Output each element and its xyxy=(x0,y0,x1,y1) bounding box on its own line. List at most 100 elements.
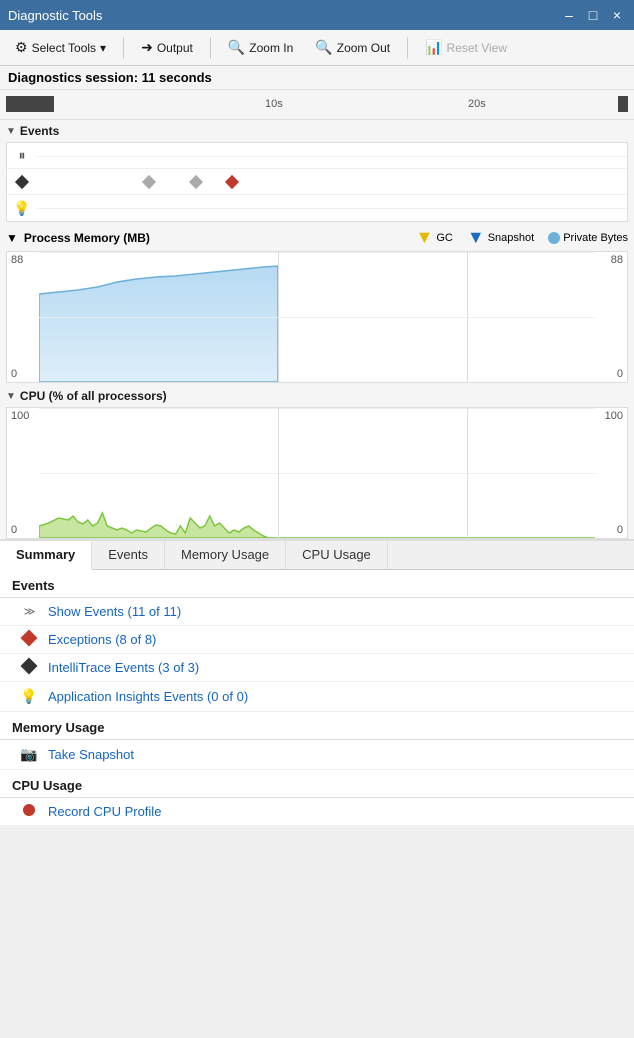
app-title: Diagnostic Tools xyxy=(8,8,102,23)
show-events-icon: ≫ xyxy=(20,605,38,618)
grid-top xyxy=(39,252,595,253)
memory-y-max-right: 88 xyxy=(599,254,623,266)
summary-memory-title: Memory Usage xyxy=(0,712,634,740)
toolbar-separator-2 xyxy=(210,37,211,59)
ruler-tick-10s: 10s xyxy=(265,98,283,110)
select-tools-label: Select Tools xyxy=(32,41,96,55)
gc-legend: ▼ GC xyxy=(416,227,453,248)
events-section-header: ▼ Events xyxy=(0,120,634,142)
cpu-y-max-left: 100 xyxy=(11,410,35,422)
reset-view-button[interactable]: 📊 Reset View xyxy=(416,35,516,60)
app-insights-icon: 💡 xyxy=(20,688,38,705)
show-events-link[interactable]: Show Events (11 of 11) xyxy=(48,604,181,619)
summary-cpu-title: CPU Usage xyxy=(0,770,634,798)
app-insights-link[interactable]: Application Insights Events (0 of 0) xyxy=(48,689,248,704)
camera-icon: 📷 xyxy=(20,746,38,763)
reset-view-label: Reset View xyxy=(447,41,507,55)
record-cpu-link[interactable]: Record CPU Profile xyxy=(48,804,161,819)
cpu-chart-plot xyxy=(39,408,595,538)
intellitrace-icon xyxy=(7,177,37,187)
memory-y-right: 88 0 xyxy=(595,252,627,382)
diamond-marker-1 xyxy=(142,174,156,188)
memory-section: ▼ Process Memory (MB) ▼ GC ▼ Snapshot Pr… xyxy=(0,224,634,383)
tab-cpu-usage[interactable]: CPU Usage xyxy=(286,541,388,569)
tab-events[interactable]: Events xyxy=(92,541,165,569)
cpu-section-label: CPU (% of all processors) xyxy=(20,389,167,403)
event-row-insights: 💡 xyxy=(7,195,627,221)
exceptions-item[interactable]: Exceptions (8 of 8) xyxy=(0,626,634,654)
events-chart: ⏸ 💡 xyxy=(6,142,628,222)
ruler-ticks xyxy=(60,114,614,118)
take-snapshot-link[interactable]: Take Snapshot xyxy=(48,747,134,762)
cpu-divider-2 xyxy=(467,408,468,538)
zoom-in-icon: 🔍 xyxy=(228,39,245,56)
app-insights-item[interactable]: 💡 Application Insights Events (0 of 0) xyxy=(0,682,634,712)
snapshot-icon: ▼ xyxy=(467,227,485,248)
toolbar-separator-1 xyxy=(123,37,124,59)
output-label: Output xyxy=(157,41,193,55)
grid-mid xyxy=(39,317,595,318)
chart-icon: 📊 xyxy=(425,39,442,56)
memory-divider-2 xyxy=(467,252,468,382)
cpu-section: ▼ CPU (% of all processors) 100 0 xyxy=(0,385,634,539)
zoom-in-button[interactable]: 🔍 Zoom In xyxy=(219,35,302,60)
summary-content: Events ≫ Show Events (11 of 11) Exceptio… xyxy=(0,570,634,826)
bottom-panel: Summary Events Memory Usage CPU Usage Ev… xyxy=(0,539,634,826)
exceptions-link[interactable]: Exceptions (8 of 8) xyxy=(48,632,156,647)
event-row-pause: ⏸ xyxy=(7,143,627,169)
cpu-section-header: ▼ CPU (% of all processors) xyxy=(0,385,634,407)
output-icon: ➜ xyxy=(141,39,153,56)
memory-y-left: 88 0 xyxy=(7,252,39,382)
session-label: Diagnostics session: 11 seconds xyxy=(8,70,212,85)
select-tools-button[interactable]: ⚙ Select Tools ▾ xyxy=(6,35,115,60)
minimize-button[interactable]: – xyxy=(560,7,578,23)
intellitrace-item[interactable]: IntelliTrace Events (3 of 3) xyxy=(0,654,634,682)
cpu-divider-1 xyxy=(278,408,279,538)
pause-icon: ⏸ xyxy=(7,147,37,164)
gear-icon: ⚙ xyxy=(15,39,28,56)
track-line xyxy=(37,156,627,157)
charts-area: ▼ Events ⏸ 💡 xyxy=(0,120,634,539)
events-collapse-icon[interactable]: ▼ xyxy=(6,126,16,137)
cpu-collapse-icon[interactable]: ▼ xyxy=(6,391,16,402)
show-events-item[interactable]: ≫ Show Events (11 of 11) xyxy=(0,598,634,626)
record-icon xyxy=(20,804,38,819)
lightbulb-icon: 💡 xyxy=(7,200,37,217)
memory-collapse-icon[interactable]: ▼ xyxy=(6,231,18,245)
record-cpu-item[interactable]: Record CPU Profile xyxy=(0,798,634,826)
memory-y-min-left: 0 xyxy=(11,368,35,380)
memory-section-header: ▼ Process Memory (MB) ▼ GC ▼ Snapshot Pr… xyxy=(0,224,634,251)
ruler-tick-20s: 20s xyxy=(468,98,486,110)
tab-summary[interactable]: Summary xyxy=(0,541,92,570)
dropdown-arrow-icon: ▾ xyxy=(100,41,106,55)
cpu-y-max-right: 100 xyxy=(599,410,623,422)
cpu-y-min-left: 0 xyxy=(11,524,35,536)
output-button[interactable]: ➜ Output xyxy=(132,35,202,60)
track-line xyxy=(37,208,627,209)
toolbar: ⚙ Select Tools ▾ ➜ Output 🔍 Zoom In 🔍 Zo… xyxy=(0,30,634,66)
memory-chart-plot xyxy=(39,252,595,382)
close-button[interactable]: × xyxy=(608,7,626,23)
cpu-y-left: 100 0 xyxy=(7,408,39,538)
take-snapshot-item[interactable]: 📷 Take Snapshot xyxy=(0,740,634,770)
intellitrace-link[interactable]: IntelliTrace Events (3 of 3) xyxy=(48,660,199,675)
summary-events-title: Events xyxy=(0,570,634,598)
diamond-marker-red xyxy=(225,174,239,188)
tab-memory-usage[interactable]: Memory Usage xyxy=(165,541,286,569)
private-bytes-dot xyxy=(548,232,560,244)
pause-track xyxy=(37,143,627,168)
zoom-out-button[interactable]: 🔍 Zoom Out xyxy=(306,35,399,60)
private-bytes-legend: Private Bytes xyxy=(548,232,628,244)
memory-section-label: Process Memory (MB) xyxy=(24,231,150,245)
title-bar: Diagnostic Tools – □ × xyxy=(0,0,634,30)
restore-button[interactable]: □ xyxy=(584,7,602,23)
toolbar-separator-3 xyxy=(407,37,408,59)
timeline-ruler: 10s 20s xyxy=(0,90,634,120)
exception-diamond-icon xyxy=(20,632,38,647)
cpu-grid-top xyxy=(39,408,595,409)
memory-chart-inner: 88 0 xyxy=(7,252,627,382)
zoom-out-icon: 🔍 xyxy=(315,39,332,56)
memory-chart-container: 88 0 xyxy=(6,251,628,383)
diamond-track xyxy=(37,169,627,194)
cpu-grid-mid xyxy=(39,473,595,474)
